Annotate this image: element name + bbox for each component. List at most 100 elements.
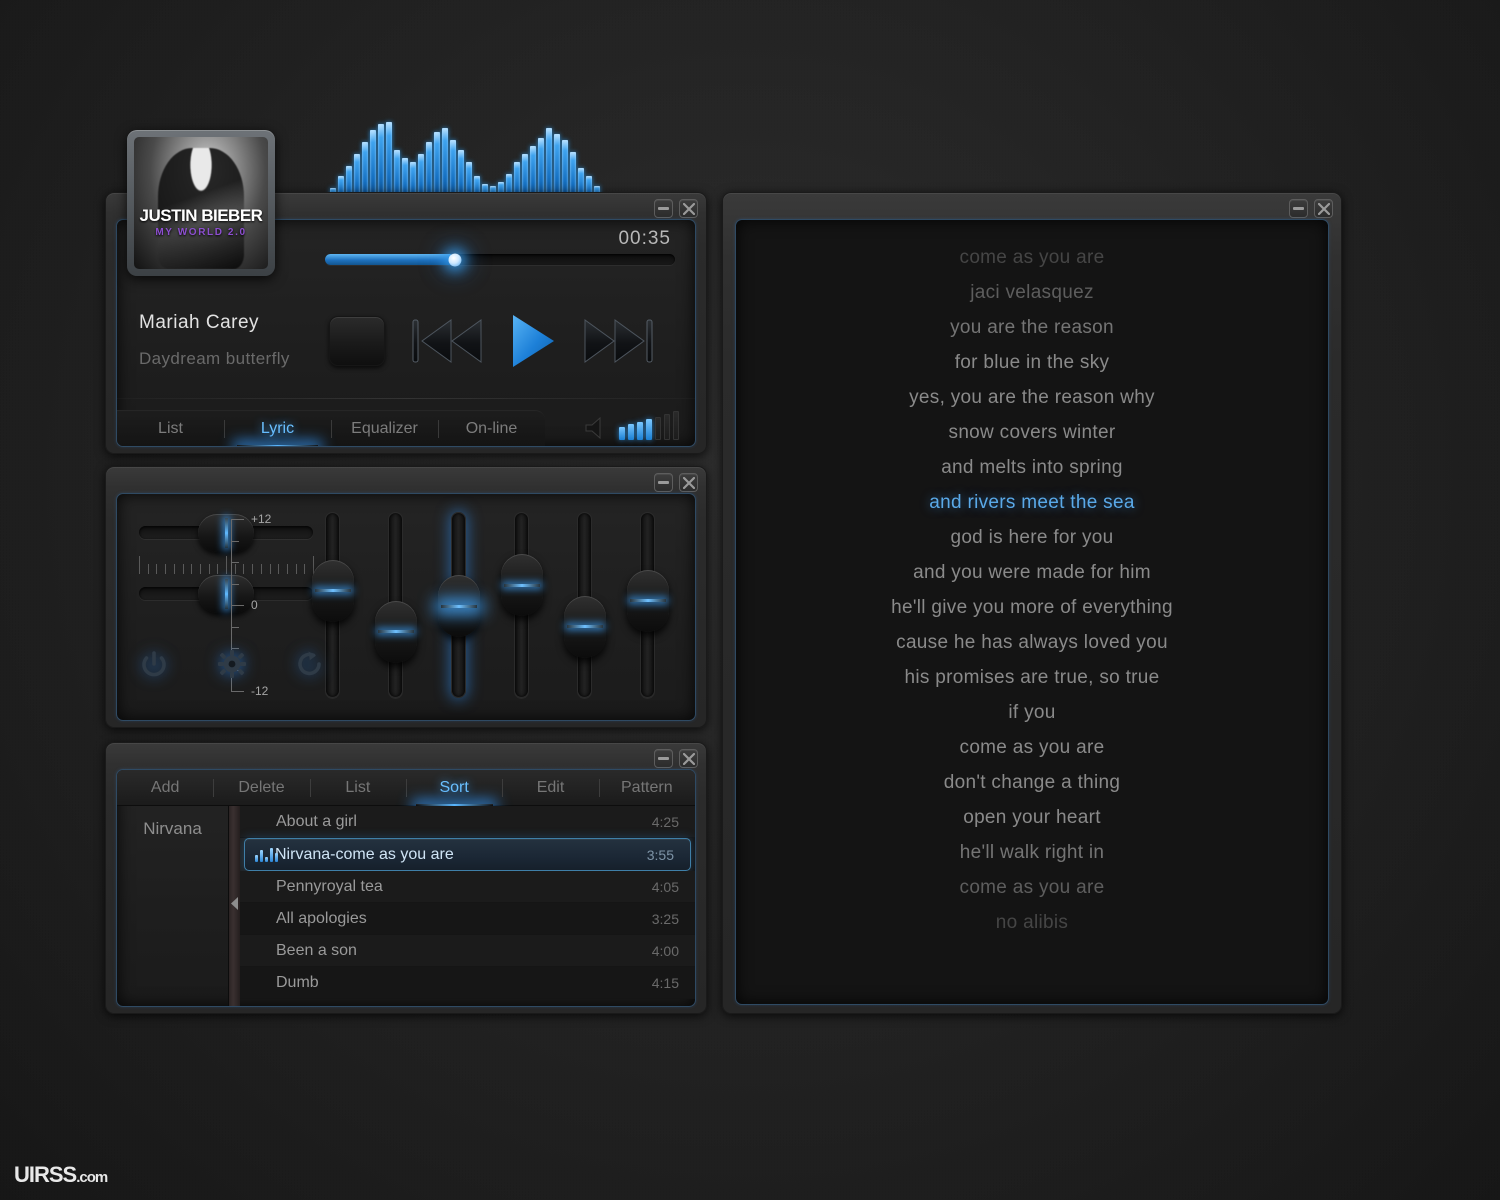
volume-bars[interactable] [619,411,679,440]
lyric-line: he'll walk right in [750,835,1314,870]
volume-bar[interactable] [628,424,634,440]
now-playing-icon [255,848,278,862]
eq-band-slider-1[interactable] [325,512,340,698]
close-button[interactable] [679,749,698,768]
playlist-button-sort[interactable]: Sort [406,770,502,806]
volume-bar[interactable] [673,411,679,440]
playlist-button-delete[interactable]: Delete [213,770,309,806]
tick-mark [261,564,262,574]
previous-button[interactable] [411,313,483,369]
close-button[interactable] [679,473,698,492]
eq-band-slider-6[interactable] [640,512,655,698]
volume-bar[interactable] [637,422,643,440]
lyric-line: come as you are [750,870,1314,905]
playlist-body: AddDeleteListSortEditPattern Nirvana Abo… [116,769,696,1007]
balance-slider[interactable] [139,526,313,539]
tick-mark [217,564,218,574]
volume-bar[interactable] [619,427,625,440]
balance-slider-knob[interactable] [198,514,254,552]
preamp-slider[interactable] [139,587,313,600]
playlist-window: AddDeleteListSortEditPattern Nirvana Abo… [105,742,707,1014]
tick-mark [304,564,305,574]
eq-band-slider-4[interactable] [514,512,529,698]
spectrum-bar [378,124,384,198]
eq-band-knob-3[interactable] [438,575,480,637]
album-art[interactable]: JUSTIN BIEBER MY WORLD 2.0 [127,130,275,276]
elapsed-time: 00:35 [618,228,671,250]
volume-bar[interactable] [664,414,670,440]
minimize-button[interactable] [654,199,673,218]
tick-mark [139,556,140,574]
lyric-line: and rivers meet the sea [750,485,1314,520]
playlist-row[interactable]: About a girl4:25 [240,806,695,838]
track-duration: 3:25 [652,911,679,927]
tab-lyric[interactable]: Lyric [224,411,331,447]
spectrum-bar [458,150,464,198]
playlist-row[interactable]: Dumb4:15 [240,967,695,999]
previous-icon [411,313,483,369]
spectrum-bar [442,128,448,198]
playlist-toolbar: AddDeleteListSortEditPattern [117,770,695,806]
spectrum-bar [530,146,536,198]
play-button[interactable] [509,312,557,370]
gear-icon[interactable] [217,649,247,684]
track-name: Dumb [250,974,652,992]
playlist-button-list[interactable]: List [310,770,406,806]
track-duration: 4:00 [652,943,679,959]
eq-band-knob-1[interactable] [312,560,354,622]
close-icon [683,203,695,215]
eq-band-slider-5[interactable] [577,512,592,698]
close-icon [683,753,695,765]
spectrum-bar [554,134,560,198]
track-duration: 4:25 [652,814,679,830]
eq-band-slider-2[interactable] [388,512,403,698]
tick-mark [252,564,253,574]
playlist-splitter[interactable] [229,806,240,1006]
reset-icon[interactable] [295,649,325,684]
playlist-category[interactable]: Nirvana [117,819,228,839]
close-icon [683,477,695,489]
playback-controls [329,312,655,370]
volume-bar[interactable] [655,417,661,440]
tick-mark [243,564,244,574]
playlist-button-pattern[interactable]: Pattern [599,770,695,806]
minimize-button[interactable] [654,749,673,768]
playlist-row[interactable]: Been a son4:00 [240,935,695,967]
play-icon [509,312,557,370]
next-button[interactable] [583,313,655,369]
eq-band-knob-4[interactable] [501,554,543,616]
tab-equalizer[interactable]: Equalizer [331,411,438,447]
eq-band-knob-6[interactable] [627,570,669,632]
close-button[interactable] [1314,199,1333,218]
playlist-row[interactable]: All apologies3:25 [240,903,695,935]
playlist-button-add[interactable]: Add [117,770,213,806]
spectrum-bar [434,132,440,198]
lyric-line: come as you are [750,240,1314,275]
minimize-button[interactable] [1289,199,1308,218]
minimize-button[interactable] [654,473,673,492]
track-name: All apologies [250,910,652,928]
preamp-slider-knob[interactable] [198,575,254,613]
tab-list[interactable]: List [117,411,224,447]
close-button[interactable] [679,199,698,218]
eq-band-knob-2[interactable] [375,601,417,663]
lyrics-list[interactable]: come as you arejaci velasquezyou are the… [736,220,1328,1004]
volume-bar[interactable] [646,419,652,440]
stop-button[interactable] [329,316,385,366]
lyric-line: he'll give you more of everything [750,590,1314,625]
eq-band-slider-3[interactable] [451,512,466,698]
collapse-arrow-icon[interactable] [230,896,239,916]
progress-knob[interactable] [448,253,461,266]
volume-control[interactable] [583,410,679,440]
playlist-row[interactable]: Pennyroyal tea4:05 [240,871,695,903]
spectrum-bar [362,142,368,198]
progress-fill [325,254,455,265]
tab-online[interactable]: On-line [438,411,545,447]
close-icon [1318,203,1330,215]
playlist-button-edit[interactable]: Edit [502,770,598,806]
playlist-row[interactable]: Nirvana-come as you are3:55 [244,838,691,871]
progress-bar[interactable] [325,254,675,265]
eq-scale-mid: 0 [251,598,258,612]
power-icon[interactable] [139,649,169,684]
eq-band-knob-5[interactable] [564,596,606,658]
